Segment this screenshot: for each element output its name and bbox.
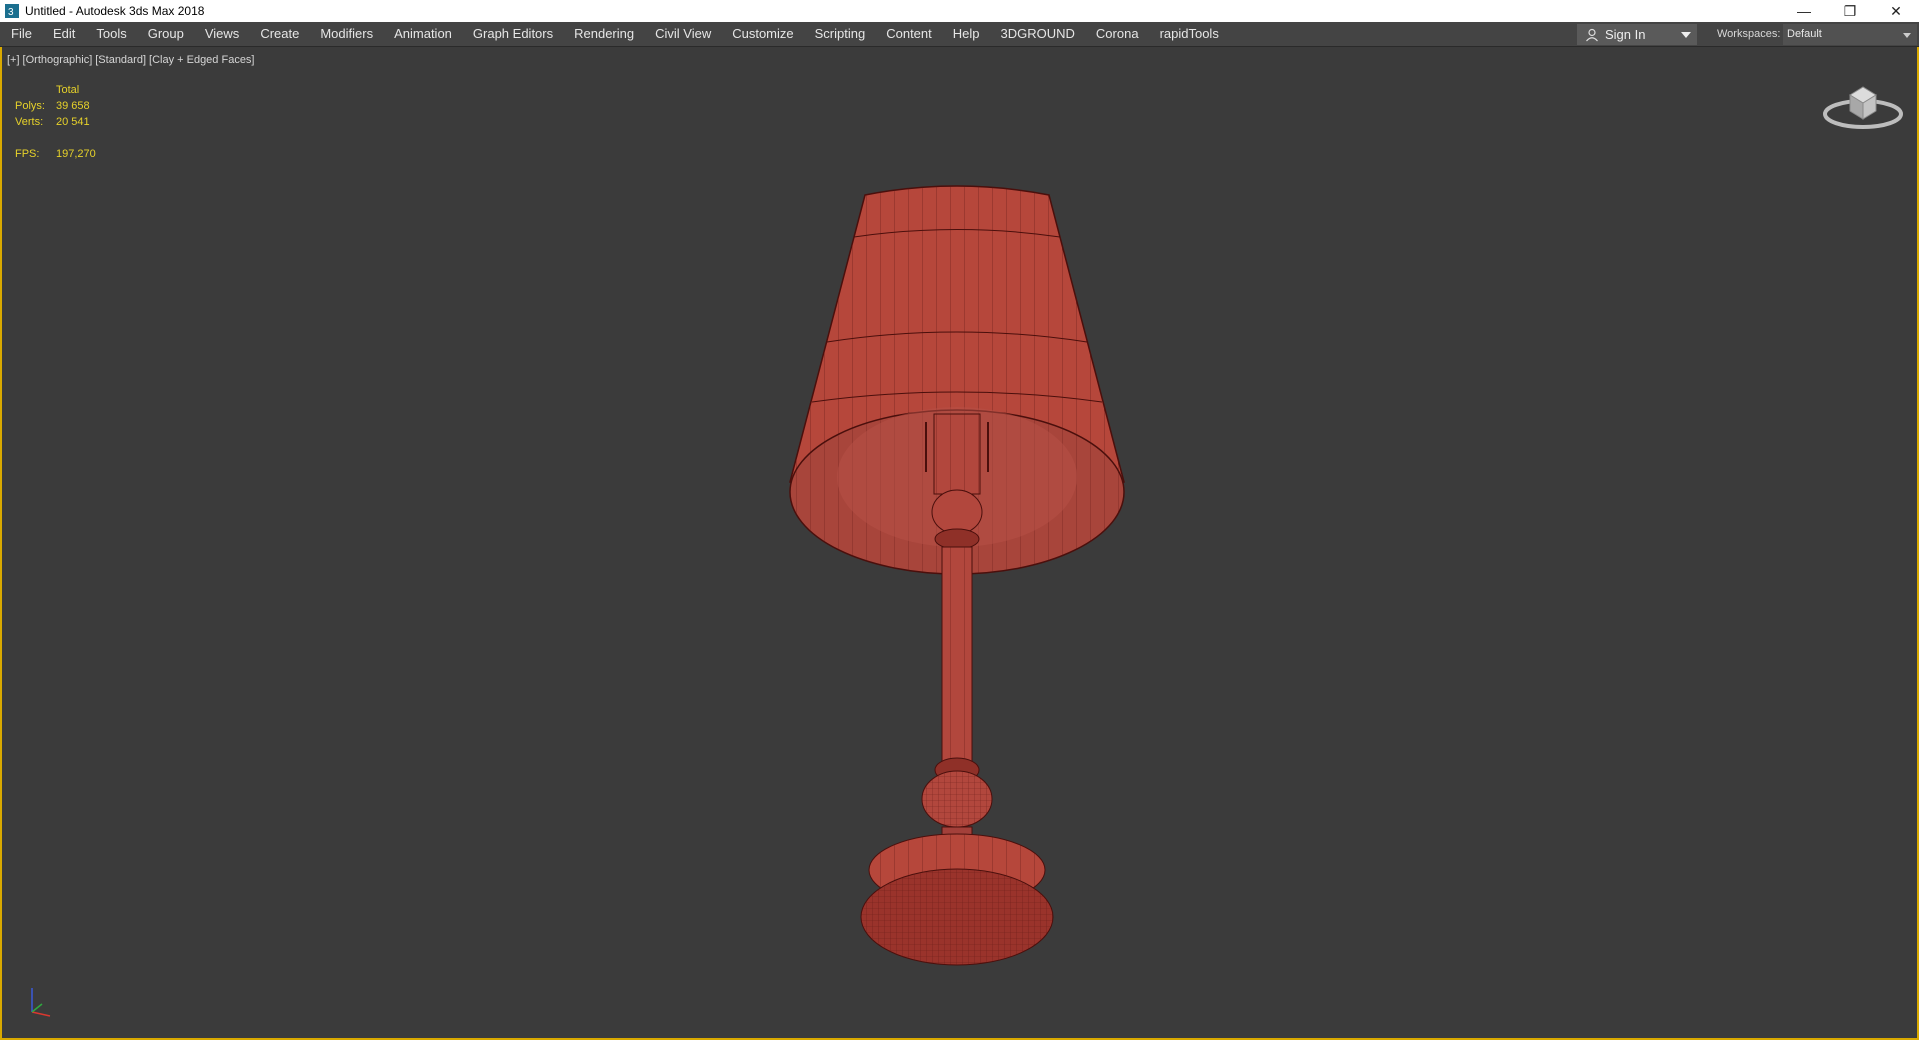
menu-content[interactable]: Content bbox=[875, 22, 942, 46]
menu-animation[interactable]: Animation bbox=[383, 22, 462, 46]
viewport-plus-menu[interactable]: [+] bbox=[7, 54, 20, 66]
title-bar: 3 Untitled - Autodesk 3ds Max 2018 — ❐ ✕ bbox=[0, 0, 1919, 22]
restore-button[interactable]: ❐ bbox=[1827, 0, 1873, 22]
sign-in-dropdown[interactable]: Sign In bbox=[1577, 24, 1697, 45]
stats-fps-label: FPS: bbox=[15, 148, 40, 160]
svg-text:3: 3 bbox=[8, 7, 14, 18]
table-lamp-model[interactable] bbox=[782, 182, 1132, 982]
stats-polys-label: Polys: bbox=[15, 100, 45, 112]
minimize-button[interactable]: — bbox=[1781, 0, 1827, 22]
stats-total-header: Total bbox=[56, 84, 80, 96]
axis-tripod-icon bbox=[31, 988, 51, 1017]
stats-polys-value: 39 658 bbox=[56, 100, 90, 112]
menu-rapidtools[interactable]: rapidTools bbox=[1149, 22, 1229, 46]
menu-edit[interactable]: Edit bbox=[42, 22, 85, 46]
window-title: Untitled - Autodesk 3ds Max 2018 bbox=[25, 4, 205, 18]
chevron-down-icon bbox=[1903, 33, 1911, 38]
menu-rendering[interactable]: Rendering bbox=[563, 22, 644, 46]
menu-tools[interactable]: Tools bbox=[85, 22, 136, 46]
user-icon bbox=[1586, 28, 1598, 41]
menu-graph-editors[interactable]: Graph Editors bbox=[462, 22, 563, 46]
menu-create[interactable]: Create bbox=[249, 22, 309, 46]
workspaces-value: Default bbox=[1787, 28, 1822, 40]
stats-fps-value: 197,270 bbox=[56, 148, 96, 160]
menu-3dground[interactable]: 3DGROUND bbox=[990, 22, 1085, 46]
restore-icon: ❐ bbox=[1843, 2, 1857, 19]
chevron-down-icon bbox=[1681, 32, 1691, 38]
sign-in-label: Sign In bbox=[1605, 27, 1646, 42]
3dsmax-app-icon: 3 bbox=[5, 4, 19, 18]
menu-civil-view[interactable]: Civil View bbox=[644, 22, 721, 46]
menu-help[interactable]: Help bbox=[942, 22, 990, 46]
viewport-label: [+] [Orthographic] [Standard] [Clay + Edged… bbox=[7, 54, 258, 66]
viewcube-icon[interactable] bbox=[1822, 77, 1904, 137]
menu-views[interactable]: Views bbox=[194, 22, 249, 46]
perspective-viewport[interactable]: [+] [Orthographic] [Standard] [Clay + Edged… bbox=[0, 47, 1919, 1040]
menu-scripting[interactable]: Scripting bbox=[804, 22, 876, 46]
menu-corona[interactable]: Corona bbox=[1085, 22, 1149, 46]
menu-group[interactable]: Group bbox=[137, 22, 194, 46]
viewport-shading-standard-menu[interactable]: [Standard] bbox=[95, 54, 146, 66]
menu-modifiers[interactable]: Modifiers bbox=[309, 22, 383, 46]
stats-verts-label: Verts: bbox=[15, 116, 44, 128]
stats-verts-value: 20 541 bbox=[56, 116, 90, 128]
menu-customize[interactable]: Customize bbox=[721, 22, 803, 46]
close-button[interactable]: ✕ bbox=[1873, 0, 1919, 22]
viewport-pov-menu[interactable]: [Orthographic] bbox=[23, 54, 93, 66]
close-icon: ✕ bbox=[1890, 2, 1902, 19]
workspaces-select[interactable]: Default bbox=[1783, 24, 1917, 45]
menu-file[interactable]: File bbox=[0, 22, 42, 46]
workspaces-label: Workspaces: bbox=[1717, 28, 1781, 40]
minimize-icon: — bbox=[1797, 3, 1811, 19]
viewport-shading-style-menu[interactable]: [Clay + Edged Faces] bbox=[149, 54, 254, 66]
